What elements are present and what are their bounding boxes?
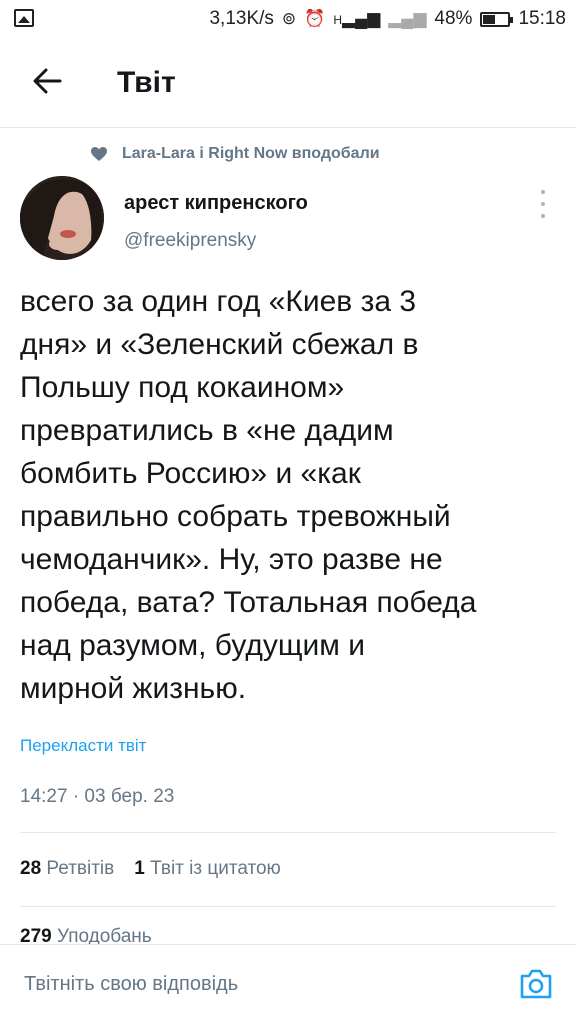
network-type: H <box>333 13 343 27</box>
social-context-text: Lara-Lara і Right Now вподобали <box>122 145 380 162</box>
divider <box>20 832 556 833</box>
author-name[interactable]: арест кипренского <box>124 192 308 215</box>
network-speed: 3,13K/s <box>209 8 274 29</box>
signal-2-icon: ▂▄▆ <box>388 9 427 28</box>
tweet-text: всего за один год «Киев за 3 дня» и «Зел… <box>20 285 477 705</box>
author-handle[interactable]: @freekiprensky <box>124 230 256 252</box>
avatar[interactable] <box>20 176 104 260</box>
top-app-bar: Твіт <box>0 38 576 128</box>
reply-bar: Твітніть свою відповідь <box>0 944 576 1024</box>
alarm-icon: ⏰ <box>304 9 326 28</box>
more-options-icon[interactable] <box>535 190 551 218</box>
social-context[interactable]: Lara-Lara і Right Now вподобали <box>90 145 380 163</box>
camera-icon[interactable] <box>518 967 554 1001</box>
status-bar: 3,13K/s ⊚ ⏰ H▂▄▆ ▂▄▆ 48% 15:18 <box>0 0 576 38</box>
quotes-stat[interactable]: 1 Твіт із цитатою <box>134 858 281 880</box>
signal-icon: H▂▄▆ <box>333 9 381 28</box>
likes-count: 279 <box>20 926 52 944</box>
gallery-notification-icon <box>14 9 34 27</box>
engagement-stats: 28 Ретвітів 1 Твіт із цитатою <box>20 858 281 880</box>
status-bar-right: 3,13K/s ⊚ ⏰ H▂▄▆ ▂▄▆ 48% 15:18 <box>209 8 566 30</box>
battery-percent: 48% <box>434 8 473 29</box>
page-title: Твіт <box>117 66 176 99</box>
retweets-count: 28 <box>20 858 42 879</box>
back-arrow-icon[interactable] <box>30 64 64 98</box>
avatar-image <box>20 176 104 260</box>
heart-icon <box>91 147 107 161</box>
divider <box>20 906 556 907</box>
likes-label: Уподобань <box>56 926 152 944</box>
translate-tweet-link[interactable]: Перекласти твіт <box>20 736 146 756</box>
quotes-label: Твіт із цитатою <box>150 858 281 879</box>
likes-stat[interactable]: 279 Уподобань <box>20 926 152 944</box>
hotspot-icon: ⊚ <box>281 9 297 28</box>
retweets-label: Ретвітів <box>46 858 115 879</box>
reply-input[interactable]: Твітніть свою відповідь <box>24 973 238 996</box>
battery-icon <box>480 11 514 27</box>
tweet-timestamp: 14:27 · 03 бер. 23 <box>20 786 175 807</box>
quotes-count: 1 <box>134 858 145 879</box>
retweets-stat[interactable]: 28 Ретвітів <box>20 858 114 880</box>
clock: 15:18 <box>518 8 566 29</box>
